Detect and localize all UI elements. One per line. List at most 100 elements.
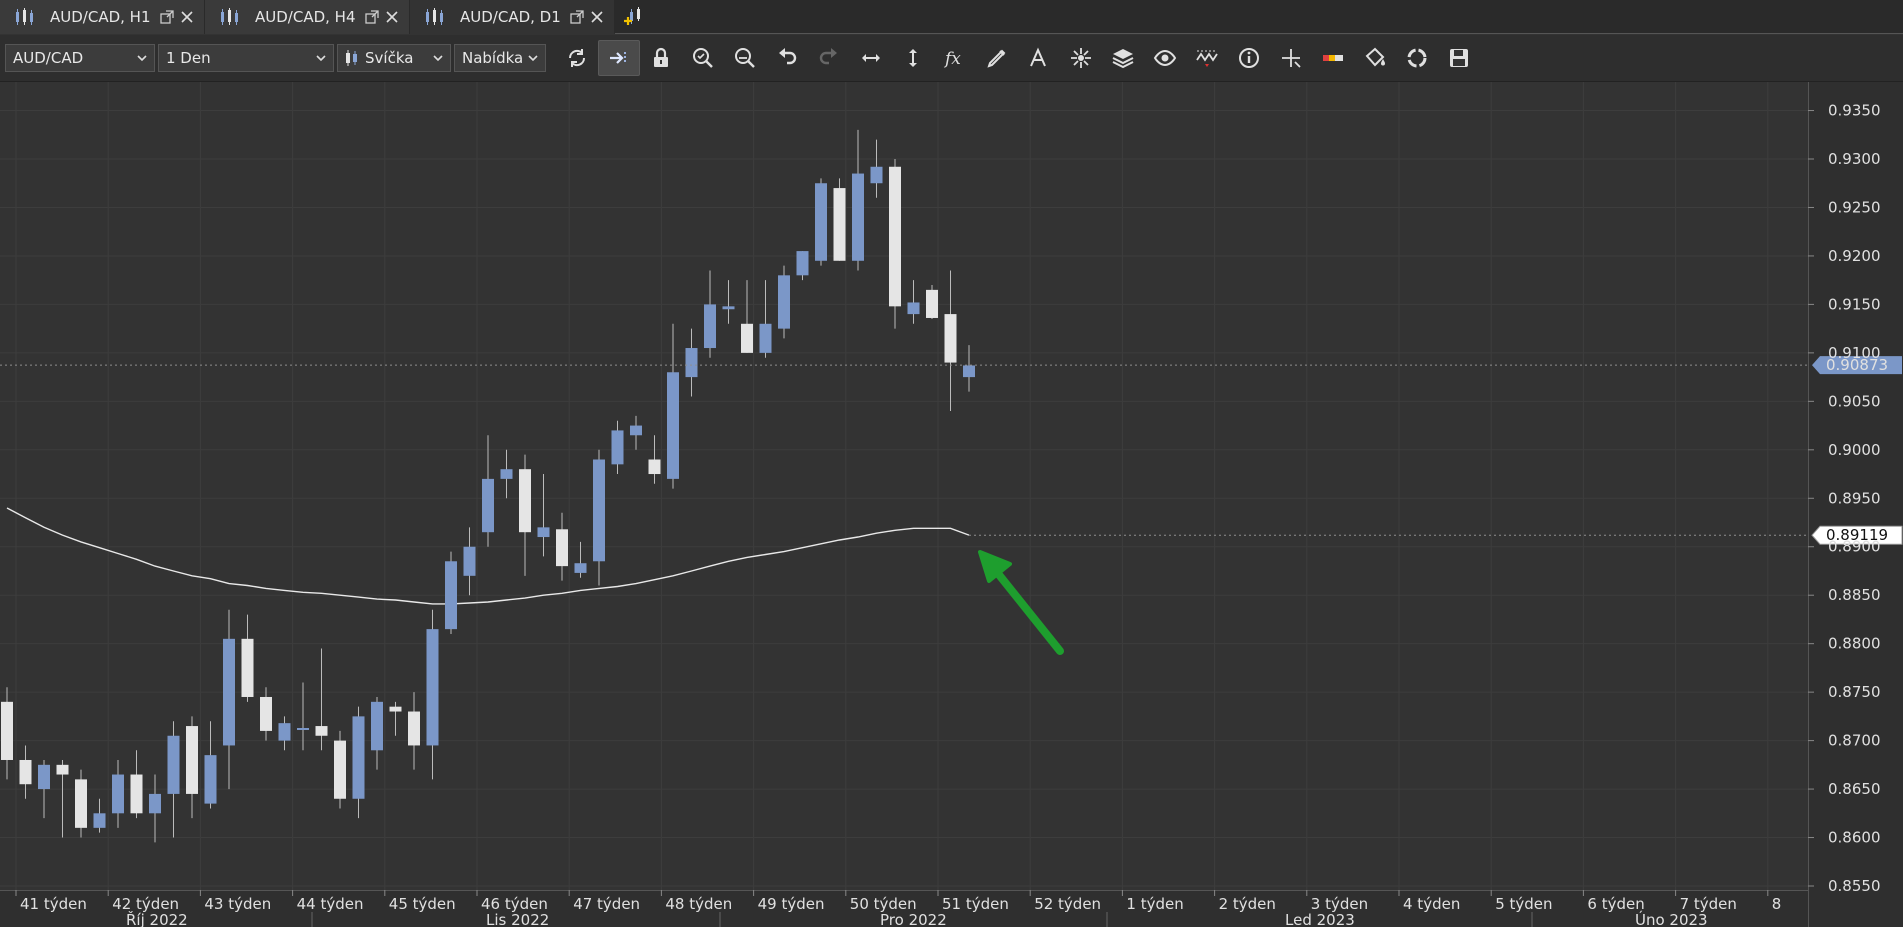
indicator-fx-icon: fx [943,49,961,69]
layers-icon [1112,49,1134,69]
candle [815,178,827,266]
signals-button[interactable] [1186,40,1228,76]
candle-body [815,183,827,261]
month-label: Led 2023 [1285,911,1355,927]
objects-button[interactable] [1060,40,1102,76]
refresh-icon [568,49,586,67]
tab-label: AUD/CAD, H1 [50,8,151,26]
lock-button[interactable] [640,40,682,76]
tab-label: AUD/CAD, D1 [460,7,561,26]
new-chart-tab-button[interactable] [615,0,655,34]
chart-toolbar: AUD/CAD 1 Den Svíčka Nabídka fx [0,35,1903,82]
layers-button[interactable] [1102,40,1144,76]
info-icon [1239,48,1259,68]
info-button[interactable] [1228,40,1270,76]
candle-body [56,764,69,775]
paint-bucket-icon [1365,47,1385,67]
indicators-button[interactable]: fx [934,40,976,76]
crosshair-button[interactable] [1270,40,1312,76]
candle-body [112,774,124,814]
candle-body [223,638,235,746]
zoom-in-button[interactable] [682,40,724,76]
tab-audcad-h1[interactable]: AUD/CAD, H1 [0,0,205,34]
scroll-right-button[interactable] [598,40,640,76]
tab-audcad-d1[interactable]: AUD/CAD, D1 [410,0,615,34]
symbol-select[interactable]: AUD/CAD [5,44,155,72]
horizontal-scale-icon [862,54,880,62]
trading-app: AUD/CAD, H1 AUD/CAD, H4 AUD/CAD, D1 AUD/… [0,0,1903,927]
candle [334,730,346,809]
week-label: 48 týden [665,895,732,913]
candle [926,285,938,319]
candle-body [297,728,309,730]
candle-body [463,546,476,576]
chart-type-select[interactable]: Svíčka [337,44,451,72]
chevron-down-icon [433,55,443,62]
visibility-button[interactable] [1144,40,1186,76]
draw-button[interactable] [976,40,1018,76]
candle [889,159,901,329]
chart-type-select-value: Svíčka [365,49,414,67]
candle-body [149,793,161,814]
eye-icon [1153,49,1177,67]
week-label: 5 týden [1495,895,1552,913]
horizontal-scale-button[interactable] [850,40,892,76]
week-label: 51 týden [942,895,1009,913]
redo-icon [819,48,837,65]
fill-button[interactable] [1354,40,1396,76]
price-tick-label: 0.9000 [1828,441,1881,459]
price-type-select[interactable]: Nabídka [454,44,546,72]
candle-body [759,323,772,353]
candle-body [278,723,291,741]
text-button[interactable] [1018,40,1060,76]
close-icon[interactable] [180,10,194,24]
price-tick-label: 0.8650 [1828,780,1881,798]
price-tick-label: 0.8800 [1828,635,1881,653]
chevron-down-icon [316,55,326,62]
refresh-button[interactable] [556,40,598,76]
detach-icon[interactable] [160,10,174,24]
detach-icon[interactable] [365,10,379,24]
price-tick-label: 0.9250 [1828,198,1881,216]
price-tick-label: 0.9050 [1828,392,1881,410]
price-tick-label: 0.8750 [1828,683,1881,701]
svg-text:fx: fx [943,49,961,69]
colors-button[interactable] [1312,40,1354,76]
price-chart[interactable]: 0.90873 0.89119 0.9350 0.9300 0.9250 0.9200 0… [0,82,1903,927]
candle-body [944,314,957,363]
candle [778,265,790,339]
price-type-select-value: Nabídka [462,49,524,67]
candle [833,178,846,261]
undo-button[interactable] [766,40,808,76]
candle-body [630,425,642,436]
week-label: 49 týden [758,895,825,913]
redo-button[interactable] [808,40,850,76]
candle-body [593,459,605,562]
close-icon[interactable] [385,10,399,24]
close-icon[interactable] [590,10,604,24]
timeframe-select[interactable]: 1 Den [158,44,334,72]
candle-body [389,706,402,712]
crosshair-star-icon [1071,48,1091,68]
chart-canvas[interactable]: 0.908730.89119 0.93500.93000.92500.92000… [0,82,1903,927]
candle-body [445,561,457,630]
price-tick-label: 0.9300 [1828,150,1881,168]
save-button[interactable] [1438,40,1480,76]
detach-icon[interactable] [570,9,584,24]
sync-button[interactable] [1396,40,1438,76]
price-tick-label: 0.8850 [1828,586,1881,604]
sync-icon [1407,48,1427,68]
zoom-out-button[interactable] [724,40,766,76]
candle-body [907,302,920,315]
price-tick-label: 0.9150 [1828,295,1881,313]
week-label: 45 týden [389,895,456,913]
week-label: 44 týden [297,895,364,913]
save-icon [1450,49,1468,67]
week-label: 1 týden [1126,895,1183,913]
month-label: Lis 2022 [486,911,549,927]
vertical-scale-button[interactable] [892,40,934,76]
candle-body [741,323,753,353]
candle-body [186,726,198,794]
tab-audcad-h4[interactable]: AUD/CAD, H4 [205,0,410,34]
candle-body [352,716,365,799]
